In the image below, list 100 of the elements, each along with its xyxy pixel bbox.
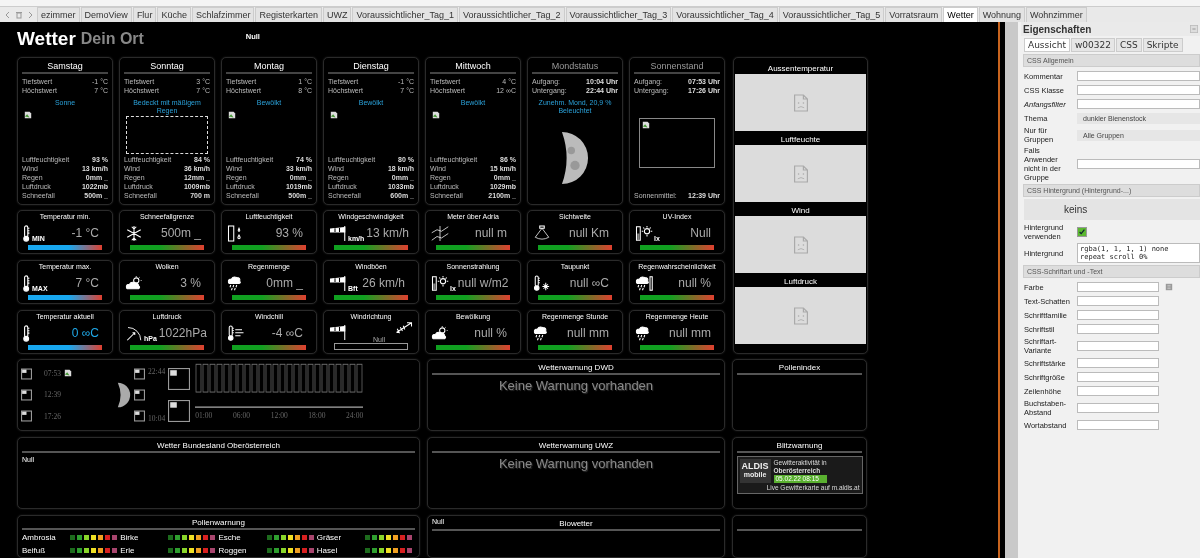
tile-value: null % [473, 326, 508, 340]
checkbox[interactable] [1077, 227, 1087, 237]
panel-title: Wetter Bundesland Oberösterreich [22, 440, 415, 453]
view-tab[interactable]: Flur [132, 7, 157, 22]
brand-name: ALDIS [741, 461, 769, 471]
plant-name: Beifuß [22, 545, 47, 555]
view-tab[interactable]: Schlafzimmer [191, 7, 255, 22]
input-field[interactable] [1077, 159, 1200, 169]
input-field[interactable] [1077, 420, 1159, 430]
rain-cloud-bar-icon [635, 274, 653, 292]
broken-image-icon [21, 367, 32, 380]
view-tab[interactable]: Voraussichtlicher_Tag_5 [778, 7, 885, 22]
broken-document-icon [792, 92, 809, 113]
card-title: Mondstatus [532, 61, 618, 74]
input-field[interactable] [1077, 85, 1200, 95]
card-title: Dienstag [328, 61, 414, 74]
panel-title: Eigenschaften [1023, 23, 1092, 35]
properties-tab[interactable]: Aussicht [1024, 38, 1070, 52]
panel-title: Blitzwarnung [737, 440, 862, 453]
panel-title: Wetterwarnung UWZ [432, 440, 720, 453]
plant-name: Erle [120, 545, 136, 555]
view-tab[interactable]: Wohnzimmer [1026, 7, 1087, 22]
plant-name: Hasel [316, 545, 339, 555]
windsock-icon [329, 224, 347, 242]
card-title: Samstag [22, 61, 108, 74]
plant-name: Gräser [316, 532, 343, 542]
broken-image-icon [21, 389, 32, 401]
view-tab[interactable]: Küche [157, 7, 191, 22]
broken-document-icon [792, 163, 809, 184]
view-tab[interactable]: Voraussichtlicher_Tag_1 [352, 7, 458, 22]
view-tab[interactable]: Registerkarten [255, 7, 322, 22]
selection-outline[interactable] [126, 116, 208, 154]
thermometer-snowflake-icon [533, 274, 551, 292]
wind-arrow-icon [395, 321, 413, 335]
chart-title: Wind [790, 205, 811, 216]
plant-name: Esche [218, 532, 242, 542]
input-field[interactable] [1077, 358, 1159, 368]
tile-value: Null [689, 226, 712, 240]
view-tab[interactable]: Voraussichtlicher_Tag_3 [565, 7, 672, 22]
broken-document-icon [792, 305, 809, 326]
input-field[interactable] [1077, 386, 1159, 396]
input-field[interactable] [1077, 403, 1159, 413]
plant-name: Birke [120, 532, 140, 542]
view-tab[interactable]: Wohnung [978, 7, 1025, 22]
properties-tab[interactable]: Skripte [1142, 38, 1183, 52]
input-field[interactable] [1077, 372, 1159, 382]
input-field[interactable] [1077, 71, 1200, 81]
thermometer-wind-icon [227, 324, 245, 342]
minimize-icon[interactable] [1190, 25, 1198, 33]
warning-message: Keine Warnung vorhanden [497, 456, 655, 471]
broken-image-icon [642, 121, 650, 129]
tile-value: null % [677, 276, 712, 290]
tile-value: -1 °C [70, 226, 100, 240]
tile-value: 13 km/h [366, 226, 411, 240]
broken-document-icon [792, 234, 809, 255]
tile-value: 0mm _ [265, 276, 304, 290]
page-title: Wetter [17, 28, 76, 50]
broken-image-icon [168, 368, 191, 390]
tile-value: 26 km/h [361, 276, 406, 290]
dropdown[interactable]: keins [1024, 199, 1200, 220]
color-picker-icon[interactable] [1165, 283, 1173, 291]
input-field[interactable] [1077, 99, 1200, 109]
properties-tab[interactable]: w00322 [1070, 38, 1115, 52]
properties-tab[interactable]: CSS [1115, 38, 1142, 52]
input-field[interactable] [1077, 310, 1159, 320]
input-field[interactable] [1077, 282, 1159, 292]
view-tab[interactable]: ezimmer [37, 7, 80, 22]
view-tab[interactable]: Wetter [943, 7, 978, 22]
view-tab[interactable]: Vorratsraum [885, 7, 943, 22]
chevron-right-icon[interactable] [26, 9, 34, 20]
input-field[interactable] [1077, 296, 1159, 306]
thermometer-icon [23, 224, 31, 242]
location-name: Dein Ort [80, 30, 145, 48]
plant-name: Ambrosia [22, 532, 57, 542]
windsock-icon [329, 274, 347, 292]
chevron-left-icon[interactable] [4, 9, 12, 20]
input-field[interactable] [1077, 341, 1159, 351]
broken-image-icon [134, 389, 146, 401]
plant-name: Roggen [218, 545, 248, 555]
broken-image-icon [134, 367, 146, 380]
thermometer-icon [23, 324, 31, 342]
view-tab[interactable]: UWZ [322, 7, 352, 22]
tile-value: 1022hPa [158, 326, 208, 340]
splitter-bar[interactable] [1005, 22, 1018, 558]
tile-value: null Km [568, 226, 610, 240]
tile-value: 7 °C [74, 276, 100, 290]
tile-value: 3 % [179, 276, 202, 290]
snowflake-icon [125, 224, 143, 242]
trash-icon[interactable] [15, 9, 23, 20]
gauge-icon [125, 324, 143, 342]
view-tab[interactable]: Voraussichtlicher_Tag_2 [459, 7, 565, 22]
warning-message: Keine Warnung vorhanden [497, 378, 655, 393]
input-field[interactable] [1077, 324, 1159, 334]
chart-title: Luftdruck [783, 276, 818, 287]
view-tab[interactable]: DemoView [80, 7, 132, 22]
tile-value: 500m _ [159, 226, 202, 240]
broken-image-icon [168, 400, 191, 422]
sun-bar-icon [635, 224, 653, 242]
windsock-icon [329, 323, 347, 341]
view-tab[interactable]: Voraussichtlicher_Tag_4 [672, 7, 778, 22]
